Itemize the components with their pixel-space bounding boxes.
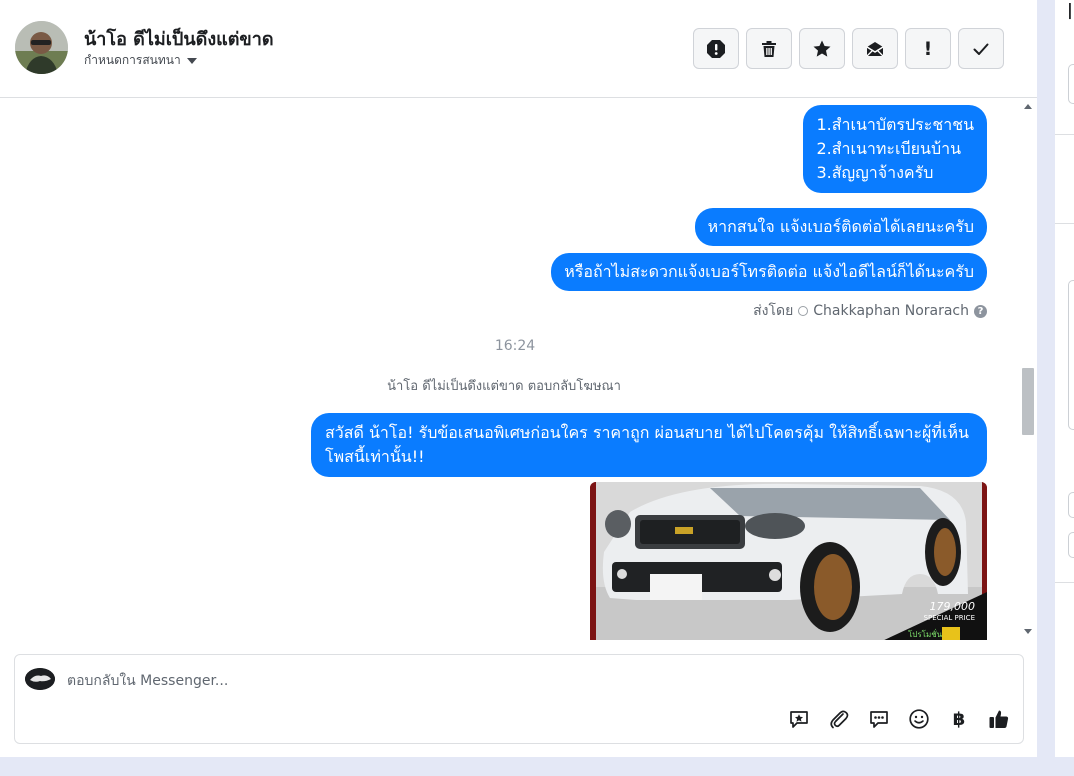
follow-up-icon: ! [923, 37, 933, 60]
composer-tools: ฿ [787, 707, 1011, 731]
caret-down-icon [186, 57, 197, 64]
thumbs-up-icon [989, 710, 1009, 728]
chat-bubble-icon [870, 711, 888, 728]
panel-divider [1055, 223, 1074, 224]
page-avatar [25, 668, 55, 690]
mark-unread-icon [866, 41, 884, 56]
docs-line: 2.สำเนาทะเบียนบ้าน [816, 139, 962, 158]
panel-input-fragment[interactable] [1068, 492, 1074, 518]
panel-input-fragment[interactable] [1068, 532, 1074, 558]
attach-button[interactable] [827, 707, 851, 731]
star-icon [813, 40, 831, 57]
ad-price: 179,000 [930, 600, 976, 613]
ad-promo-label: โปรโมชั่น [908, 628, 943, 639]
conversation-panel: น้าโอ ดีไม่เป็นดึงแต่ขาด กำหนดการสนทนา !… [0, 0, 1037, 757]
panel-field-fragment[interactable] [1068, 64, 1074, 104]
docs-line: 1.สำเนาบัตรประชาชน [816, 115, 974, 134]
reply-composer: ฿ [14, 654, 1024, 744]
mark-spam-button[interactable] [693, 28, 739, 69]
message-thread[interactable]: 1.สำเนาบัตรประชาชน 2.สำเนาทะเบียนบ้าน 3.… [0, 98, 1022, 640]
panel-heading-fragment: | [1067, 0, 1073, 19]
trash-icon [762, 40, 776, 57]
sender-status-icon [798, 306, 809, 316]
baht-icon: ฿ [952, 708, 966, 730]
ad-reply-notice: น้าโอ ดีไม่เป็นดึงแต่ขาด ตอบกลับโฆษณา [387, 379, 621, 394]
thread-scrollbar[interactable] [1021, 98, 1035, 640]
conversation-toolbar: ! [693, 28, 1004, 69]
panel-list-fragment [1068, 280, 1074, 430]
assign-label: กำหนดการสนทนา [84, 53, 181, 67]
right-details-panel: | [1055, 0, 1074, 757]
mark-done-button[interactable] [958, 28, 1004, 69]
delete-button[interactable] [746, 28, 792, 69]
reply-input[interactable] [67, 669, 667, 693]
contact-avatar[interactable] [15, 21, 68, 74]
panel-divider [1055, 134, 1074, 135]
saved-reply-button[interactable] [787, 707, 811, 731]
contact-name: น้าโอ ดีไม่เป็นดึงแต่ขาด [84, 29, 274, 50]
conversation-header: น้าโอ ดีไม่เป็นดึงแต่ขาด กำหนดการสนทนา ! [0, 0, 1037, 98]
message-bubble-interested: หากสนใจ แจ้งเบอร์ติดต่อได้เลยนะครับ [694, 208, 987, 246]
done-check-icon [973, 43, 989, 55]
chat-bubble-button[interactable] [867, 707, 891, 731]
emoji-button[interactable] [907, 707, 931, 731]
assign-conversation-dropdown[interactable]: กำหนดการสนทนา [84, 51, 197, 70]
sent-by-prefix: ส่งโดย [753, 303, 794, 319]
saved-reply-icon [790, 711, 808, 728]
payment-button[interactable]: ฿ [947, 707, 971, 731]
attachment-icon [830, 710, 849, 729]
like-button[interactable] [987, 707, 1011, 731]
ad-price-caption: SPECIAL PRICE [924, 614, 975, 622]
message-bubble-inconvenient: หรือถ้าไม่สะดวกแจ้งเบอร์โทรติดต่อ แจ้งไอ… [551, 253, 987, 291]
spam-alert-icon [707, 39, 725, 58]
message-bubble-docs: 1.สำเนาบัตรประชาชน 2.สำเนาทะเบียนบ้าน 3.… [803, 105, 987, 193]
docs-line: 3.สัญญาจ้างครับ [816, 163, 934, 182]
ad-car-image[interactable]: 179,000 SPECIAL PRICE โปรโมชั่น [590, 482, 987, 640]
mark-unread-button[interactable] [852, 28, 898, 69]
star-button[interactable] [799, 28, 845, 69]
message-bubble-ad: สวัสดี น้าโอ! รับข้อเสนอพิเศษก่อนใคร ราค… [311, 413, 987, 477]
sender-name[interactable]: Chakkaphan Norarach [813, 303, 969, 319]
emoji-icon [909, 709, 929, 729]
timestamp: 16:24 [494, 338, 536, 354]
scroll-up-icon[interactable] [1024, 104, 1032, 109]
follow-up-button[interactable]: ! [905, 28, 951, 69]
scroll-down-icon[interactable] [1024, 629, 1032, 634]
sent-by-line: ส่งโดย Chakkaphan Norarach ? [753, 300, 987, 322]
scrollbar-thumb[interactable] [1022, 368, 1034, 435]
help-icon[interactable]: ? [974, 304, 987, 318]
panel-divider [1055, 582, 1074, 583]
